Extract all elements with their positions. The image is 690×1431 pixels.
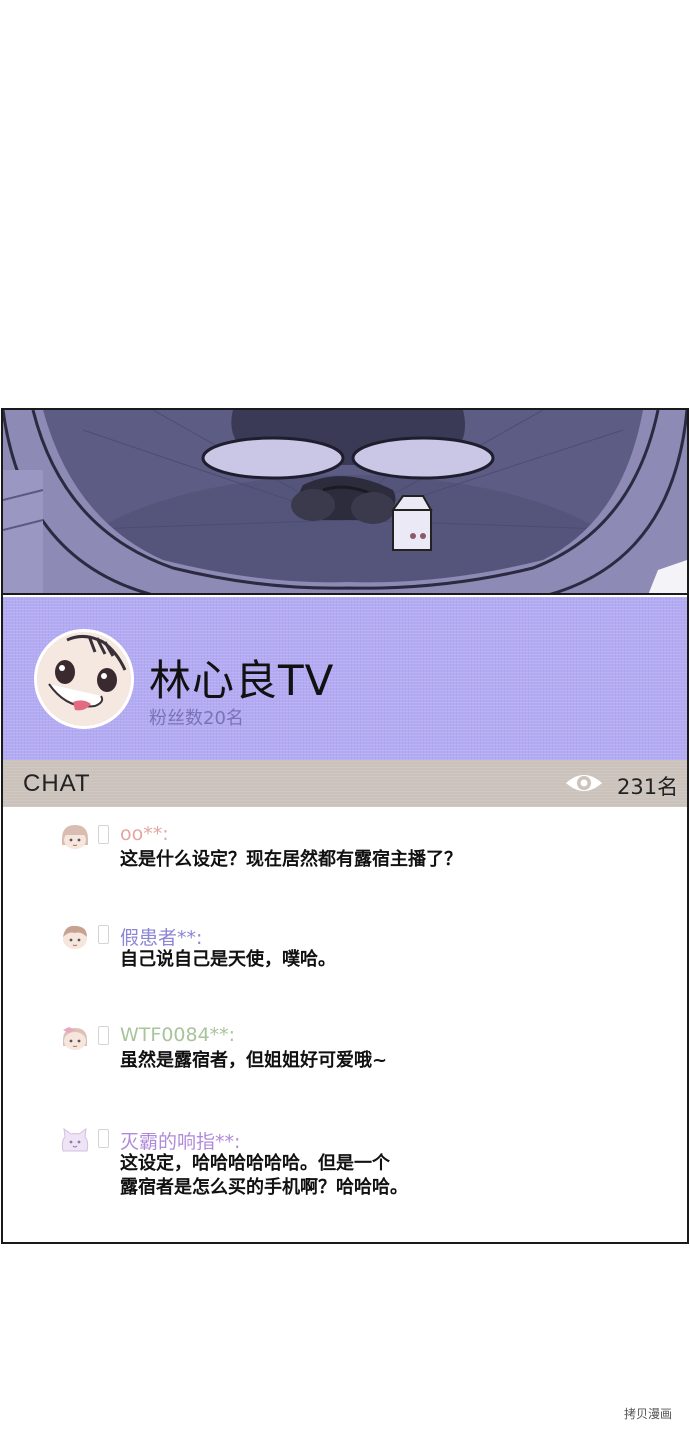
cartoon-face-avatar-icon[interactable] <box>34 629 134 729</box>
watermark: 拷贝漫画 <box>624 1407 673 1421</box>
message-line: 这是什么设定？现在居然都有露宿主播了？ <box>120 849 462 870</box>
phone-icon <box>98 1129 109 1148</box>
message-line: 露宿者是怎么买的手机啊？哈哈哈。 <box>120 1177 408 1198</box>
scene-illustration <box>3 410 687 595</box>
cat-avatar-icon[interactable] <box>59 1127 91 1155</box>
username[interactable]: WTF0084**: <box>120 1024 235 1046</box>
chat-header-bar: CHAT 231名 <box>3 760 687 807</box>
comic-panel: 林心良TV 粉丝数20名 CHAT 231名 oo**: 这是什么设定？现在居然… <box>1 408 689 1244</box>
channel-name: 林心良TV <box>149 656 335 705</box>
girl-bow-avatar-icon[interactable] <box>59 1024 91 1052</box>
message-text: 虽然是露宿者，但姐姐好可爱哦~ <box>120 1049 387 1073</box>
stream-header: 林心良TV 粉丝数20名 <box>3 597 687 760</box>
phone-icon <box>98 825 109 844</box>
boy-avatar-icon[interactable] <box>59 923 91 951</box>
message-text: 自己说自己是天使，噗哈。 <box>120 948 336 972</box>
chat-message-list: oo**: 这是什么设定？现在居然都有露宿主播了？ 假患者**: 自己说自己是天… <box>3 807 687 1242</box>
username[interactable]: 假患者**: <box>120 923 202 950</box>
message-text: 这是什么设定？现在居然都有露宿主播了？ <box>120 848 462 872</box>
viewer-count: 231名 <box>617 775 679 799</box>
eye-icon <box>564 769 604 797</box>
username[interactable]: 灭霸的响指**: <box>120 1127 240 1154</box>
username[interactable]: oo**: <box>120 823 169 845</box>
chat-title: CHAT <box>23 770 91 797</box>
message-line: 虽然是露宿者，但姐姐好可爱哦~ <box>120 1050 388 1071</box>
message-text: 这设定，哈哈哈哈哈哈。但是一个 露宿者是怎么买的手机啊？哈哈哈。 <box>120 1152 408 1200</box>
girl-avatar-icon[interactable] <box>59 823 91 851</box>
phone-icon <box>98 925 109 944</box>
follower-count: 粉丝数20名 <box>149 708 244 729</box>
phone-icon <box>98 1026 109 1045</box>
message-line: 这设定，哈哈哈哈哈哈。但是一个 <box>120 1153 390 1174</box>
message-line: 自己说自己是天使，噗哈。 <box>120 949 336 970</box>
